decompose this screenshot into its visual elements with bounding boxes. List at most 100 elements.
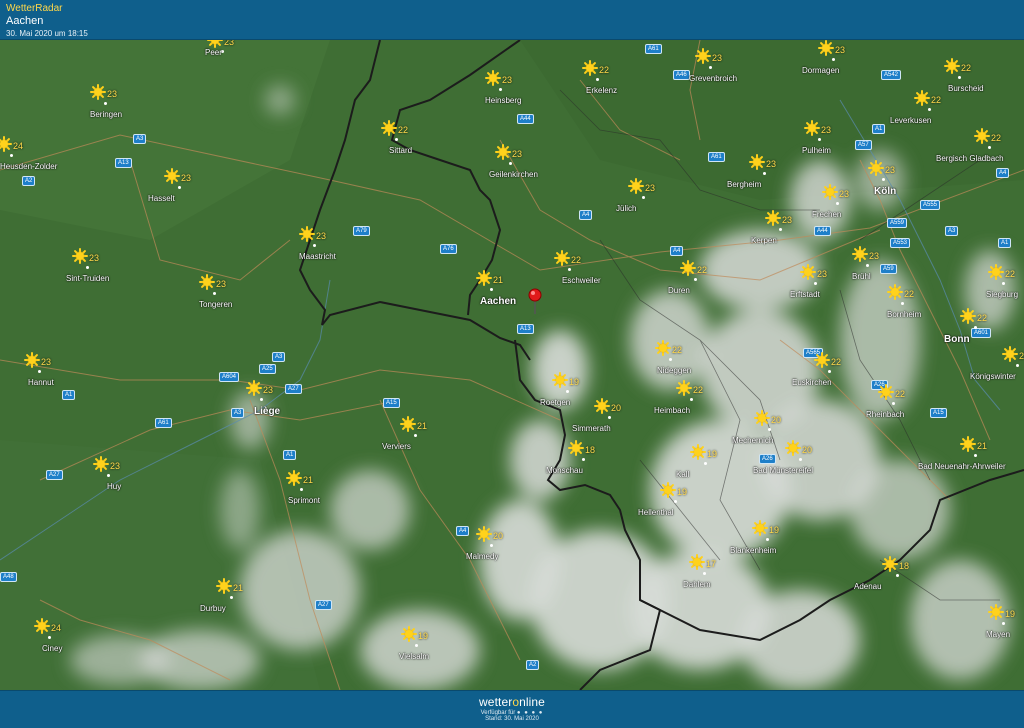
sun-icon <box>754 410 770 426</box>
city-dot <box>313 244 316 247</box>
city-dot <box>766 538 769 541</box>
sun-icon <box>749 154 765 170</box>
highway-badge: A4 <box>456 526 470 536</box>
pin-graphic <box>528 288 542 314</box>
city-name: Durbuy <box>200 604 226 613</box>
sun-core <box>38 622 46 630</box>
city-name: Eschweiler <box>562 276 601 285</box>
city-name: Hasselt <box>148 194 175 203</box>
city-temperature: 23 <box>885 165 896 175</box>
city-name: Roetgen <box>540 398 571 407</box>
sun-icon <box>216 578 232 594</box>
city-temperature: 21 <box>417 421 428 431</box>
sun-icon <box>960 308 976 324</box>
sun-core <box>684 264 692 272</box>
city-dot <box>768 428 771 431</box>
sun-core <box>303 230 311 238</box>
city-name: Blankenheim <box>730 546 777 555</box>
sun-core <box>886 560 894 568</box>
city-temperature: 23 <box>839 189 850 199</box>
city-dot <box>568 268 571 271</box>
highway-badge: A3 <box>945 226 959 236</box>
highway-badge: A601 <box>971 328 992 338</box>
city-temperature: 22 <box>599 65 610 75</box>
city-temperature: 22 <box>895 389 906 399</box>
city-name: Heimbach <box>654 406 691 415</box>
city-dot <box>901 302 904 305</box>
highway-badge: A4 <box>996 168 1010 178</box>
sun-core <box>822 44 830 52</box>
highway-badge: A4 <box>670 246 684 256</box>
city-dot <box>414 434 417 437</box>
city-temperature: 23 <box>316 231 327 241</box>
city-dot <box>814 282 817 285</box>
stand-date: Stand: 30. Mai 2020 <box>485 716 539 722</box>
sun-core <box>826 188 834 196</box>
city-name: Mayen <box>986 630 1011 639</box>
sun-icon <box>695 48 711 64</box>
sun-core <box>586 64 594 72</box>
city-dot <box>799 458 802 461</box>
city-temperature: 22 <box>1019 351 1024 361</box>
sun-icon <box>628 178 644 194</box>
city-temperature: 17 <box>706 559 717 569</box>
sun-core <box>489 74 497 82</box>
city-dot <box>669 358 672 361</box>
city-temperature: 20 <box>771 415 782 425</box>
city-dot <box>104 102 107 105</box>
highway-badge: A3 <box>133 134 147 144</box>
city-dot <box>866 264 869 267</box>
city-name: Simmerath <box>572 424 611 433</box>
city-name: Kerpen <box>751 236 777 245</box>
weather-radar-map[interactable]: A61 A46 A542 A1 A57 A4 A2 A3 A13 A76 A79 A44 A61 A4 A4… <box>0 40 1024 690</box>
highway-badge: A27 <box>315 600 332 610</box>
city-temperature: 22 <box>977 313 988 323</box>
highway-badge: A15 <box>383 398 400 408</box>
sun-core <box>808 124 816 132</box>
sun-core <box>94 88 102 96</box>
city-temperature: 23 <box>821 125 832 135</box>
city-temperature: 23 <box>107 89 118 99</box>
app-header: WetterRadar Aachen 30. Mai 2020 um 18:15 <box>0 0 1024 40</box>
sun-icon <box>868 160 884 176</box>
city-temperature: 21 <box>977 441 988 451</box>
sun-core <box>992 608 1000 616</box>
sun-icon <box>818 40 834 56</box>
sun-core <box>28 356 36 364</box>
city-name: Liège <box>254 406 281 417</box>
city-temperature: 19 <box>677 487 688 497</box>
city-name: Adenau <box>854 582 882 591</box>
sun-core <box>220 582 228 590</box>
city-temperature: 22 <box>931 95 942 105</box>
city-name: Mechernich <box>732 436 774 445</box>
city-name: Maastricht <box>299 252 336 261</box>
highway-badge: A76 <box>440 244 457 254</box>
sun-core <box>804 268 812 276</box>
sun-icon <box>34 618 50 634</box>
city-temperature: 19 <box>1005 609 1016 619</box>
wetteronline-logo[interactable]: wetteronline <box>0 695 1024 709</box>
sun-core <box>948 62 956 70</box>
sun-icon <box>690 444 706 460</box>
highway-badge: A27 <box>285 384 302 394</box>
sun-core <box>818 356 826 364</box>
highway-badge: A46 <box>673 70 690 80</box>
sun-icon <box>286 470 302 486</box>
sun-core <box>168 172 176 180</box>
sun-icon <box>594 398 610 414</box>
city-temperature: 23 <box>512 149 523 159</box>
city-temperature: 22 <box>697 265 708 275</box>
city-temperature: 23 <box>712 53 723 63</box>
city-temperature: 23 <box>41 357 52 367</box>
sun-icon <box>476 526 492 542</box>
sun-icon <box>381 120 397 136</box>
city-name: Beringen <box>90 110 123 119</box>
city-dot <box>260 398 263 401</box>
city-temperature: 20 <box>493 531 504 541</box>
sun-core <box>556 376 564 384</box>
highway-badge: A1 <box>283 450 297 460</box>
location-pin-icon[interactable] <box>528 288 542 314</box>
city-dot <box>48 636 51 639</box>
sun-core <box>789 444 797 452</box>
city-name: Peer <box>205 48 222 57</box>
